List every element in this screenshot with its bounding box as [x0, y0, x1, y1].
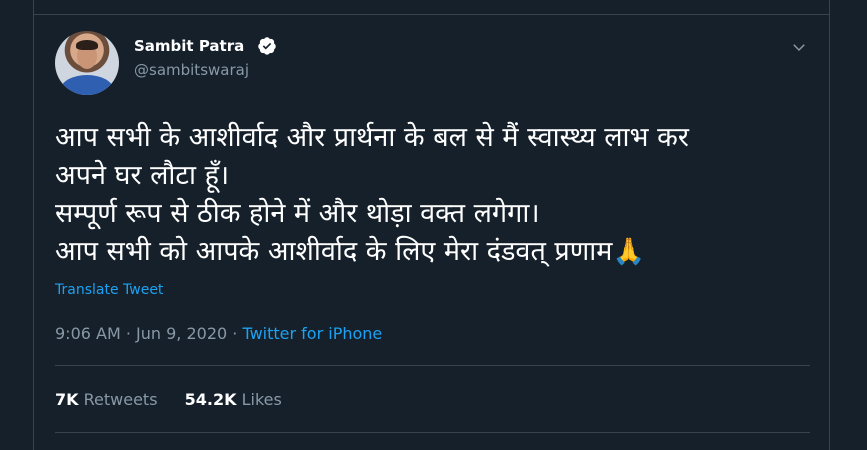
retweets-label: Retweets [83, 390, 158, 409]
engagement-stats: 7K Retweets 54.2K Likes [55, 390, 304, 409]
tweet-source-link[interactable]: Twitter for iPhone [242, 324, 382, 343]
likes-count: 54.2K [184, 390, 237, 409]
tweet-line: आप सभी के आशीर्वाद और प्रार्थना के बल से… [55, 122, 689, 153]
display-name[interactable]: Sambit Patra [134, 37, 244, 55]
tweet-text: आप सभी के आशीर्वाद और प्रार्थना के बल से… [55, 119, 795, 271]
verified-badge-icon [258, 37, 276, 55]
meta-separator: · [227, 324, 243, 343]
retweets-stat[interactable]: 7K Retweets [55, 390, 158, 409]
avatar[interactable] [55, 31, 119, 95]
tweet-panel: Sambit Patra @sambitswaraj आप सभी के आशी… [33, 0, 830, 450]
top-divider [34, 14, 829, 15]
chevron-down-icon[interactable] [790, 38, 808, 56]
likes-stat[interactable]: 54.2K Likes [185, 390, 282, 409]
user-handle[interactable]: @sambitswaraj [134, 61, 249, 79]
divider [55, 365, 810, 366]
likes-label: Likes [241, 390, 282, 409]
tweet-line-last: आप सभी को आपके आशीर्वाद के लिए मेरा दंडव… [55, 233, 795, 271]
translate-tweet-link[interactable]: Translate Tweet [55, 282, 163, 298]
tweet-line: सम्पूर्ण रूप से ठीक होने में और थोड़ा वक… [55, 198, 540, 229]
tweet-line-text: आप सभी को आपके आशीर्वाद के लिए मेरा दंडव… [55, 236, 613, 267]
tweet-meta: 9:06 AM · Jun 9, 2020 · Twitter for iPho… [55, 324, 382, 343]
tweet-line: अपने घर लौटा हूँ। [55, 160, 230, 191]
retweets-count: 7K [55, 390, 79, 409]
meta-separator: · [120, 324, 137, 343]
folded-hands-icon: 🙏 [612, 237, 645, 267]
divider [55, 432, 810, 433]
tweet-time[interactable]: 9:06 AM [55, 324, 121, 343]
tweet-date[interactable]: Jun 9, 2020 [136, 324, 227, 343]
